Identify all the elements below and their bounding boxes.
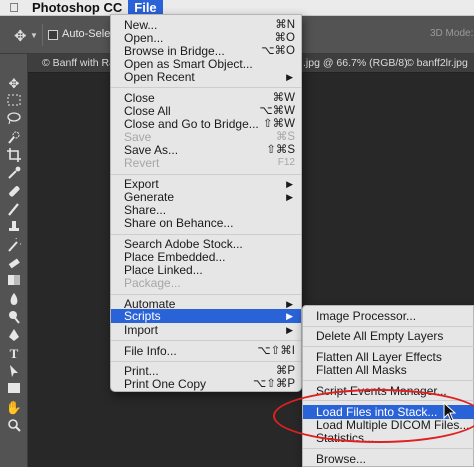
menu-item-open-smart-object[interactable]: Open as Smart Object...	[111, 57, 301, 71]
menu-item-save: Save ⌘S	[124, 130, 295, 144]
crop-tool-icon[interactable]	[5, 148, 23, 164]
gradient-tool-icon[interactable]	[5, 274, 23, 290]
menu-divider	[111, 294, 301, 295]
submenu-arrow-icon: ▶	[286, 179, 293, 189]
file-menu: New... ⌘N Open... ⌘O Browse in Bridge... ⌥⌘…	[110, 14, 302, 392]
menu-divider	[303, 448, 474, 449]
submenu-item-flatten-layer-effects[interactable]: Flatten All Layer Effects	[303, 350, 474, 364]
pen-tool-icon[interactable]	[5, 328, 23, 344]
menu-item-close-all[interactable]: Close All ⌥⌘W	[111, 104, 301, 118]
menu-item-open-recent[interactable]: Open Recent ▶	[111, 70, 301, 84]
menu-divider	[303, 346, 474, 347]
apple-icon[interactable]: 	[0, 0, 28, 15]
document-tab[interactable]: © banff2lr.jpg	[406, 57, 468, 69]
auto-select-checkbox[interactable]	[48, 30, 58, 40]
menu-item-print-one-copy[interactable]: Print One Copy ⌥⇧⌘P	[111, 377, 301, 391]
menu-item-close[interactable]: Close ⌘W	[111, 91, 301, 105]
menu-item-export[interactable]: Export ▶	[111, 177, 301, 191]
menu-item-file-info[interactable]: File Info... ⌥⇧⌘I	[111, 344, 301, 358]
menu-item-package: Package...	[124, 276, 181, 290]
marquee-tool-icon[interactable]	[5, 94, 23, 110]
submenu-item-flatten-masks[interactable]: Flatten All Masks	[303, 363, 474, 377]
clone-stamp-tool-icon[interactable]	[5, 220, 23, 236]
menu-item-scripts[interactable]: Scripts ▶	[111, 309, 301, 323]
menu-item-close-go-bridge[interactable]: Close and Go to Bridge... ⇧⌘W	[111, 117, 301, 131]
menubar-app-name[interactable]: Photoshop CC	[32, 0, 122, 15]
document-tab[interactable]: .jpg @ 66.7% (RGB/8)	[303, 57, 408, 69]
menu-divider	[111, 340, 301, 341]
menu-divider	[111, 234, 301, 235]
divider	[42, 24, 43, 46]
submenu-arrow-icon: ▶	[286, 192, 293, 202]
3d-mode-label: 3D Mode:	[430, 28, 474, 39]
menu-item-print[interactable]: Print... ⌘P	[111, 364, 301, 378]
menu-item-browse-bridge[interactable]: Browse in Bridge... ⌥⌘O	[111, 44, 301, 58]
menu-item-search-stock[interactable]: Search Adobe Stock...	[111, 237, 301, 251]
menu-item-new[interactable]: New... ⌘N	[111, 18, 301, 32]
rectangle-tool-icon[interactable]	[5, 382, 23, 398]
zoom-tool-icon[interactable]	[5, 418, 23, 434]
menu-item-open[interactable]: Open... ⌘O	[111, 31, 301, 45]
submenu-arrow-icon: ▶	[286, 311, 293, 321]
menu-item-share[interactable]: Share...	[111, 203, 301, 217]
dodge-tool-icon[interactable]	[5, 310, 23, 326]
move-tool-icon[interactable]: ✥	[14, 27, 27, 45]
quick-select-tool-icon[interactable]	[5, 130, 23, 146]
history-brush-tool-icon[interactable]	[5, 235, 25, 254]
menu-item-revert: Revert F12	[124, 156, 295, 170]
menu-item-place-embedded[interactable]: Place Embedded...	[111, 250, 301, 264]
chevron-down-icon[interactable]: ▼	[30, 31, 38, 40]
submenu-item-image-processor[interactable]: Image Processor...	[303, 309, 474, 323]
menu-item-save-as[interactable]: Save As... ⇧⌘S	[111, 143, 301, 157]
menu-divider	[111, 87, 301, 88]
menu-divider	[303, 326, 474, 327]
submenu-arrow-icon: ▶	[286, 72, 293, 82]
submenu-item-browse[interactable]: Browse...	[303, 452, 474, 466]
menu-item-place-linked[interactable]: Place Linked...	[111, 263, 301, 277]
menu-item-import[interactable]: Import ▶	[111, 323, 301, 337]
submenu-item-delete-empty-layers[interactable]: Delete All Empty Layers	[303, 329, 474, 343]
move-tool-icon[interactable]: ✥	[5, 76, 23, 92]
blur-tool-icon[interactable]	[5, 292, 23, 308]
menu-divider	[111, 174, 301, 175]
menu-item-share-behance[interactable]: Share on Behance...	[111, 216, 301, 230]
lasso-tool-icon[interactable]	[5, 112, 23, 128]
brush-tool-icon[interactable]	[5, 202, 23, 218]
menu-divider	[303, 380, 474, 381]
type-tool-icon[interactable]: T	[5, 346, 23, 362]
tools-panel: ✥ T ✋	[0, 54, 28, 467]
menu-item-generate[interactable]: Generate ▶	[111, 190, 301, 204]
eraser-tool-icon[interactable]	[5, 256, 23, 272]
healing-brush-tool-icon[interactable]	[5, 184, 23, 200]
mouse-pointer-icon	[443, 402, 457, 422]
submenu-arrow-icon: ▶	[286, 325, 293, 335]
hand-tool-icon[interactable]: ✋	[5, 400, 23, 416]
menu-divider	[111, 361, 301, 362]
path-selection-tool-icon[interactable]	[5, 364, 23, 380]
eyedropper-tool-icon[interactable]	[5, 166, 23, 182]
